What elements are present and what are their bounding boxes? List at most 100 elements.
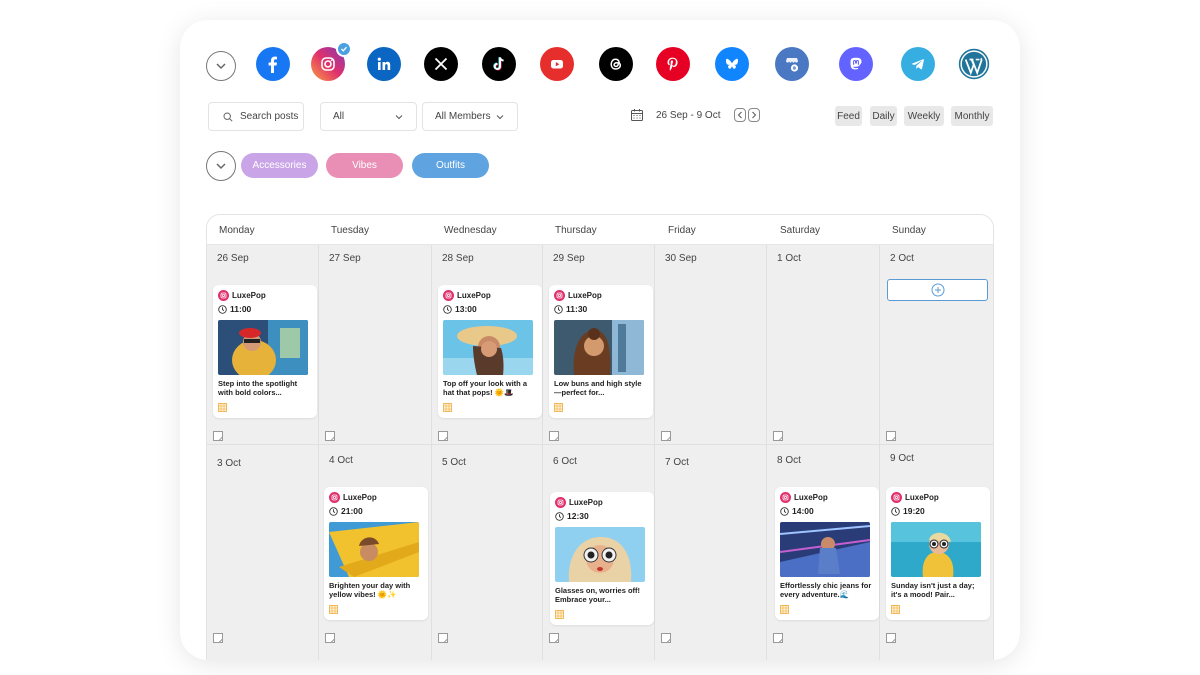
view-daily-button[interactable]: Daily [870, 106, 897, 126]
planner-card: Search posts All All Members 26 Sep - 9 … [180, 20, 1020, 660]
clock-icon [218, 304, 227, 314]
cell-date: 7 Oct [665, 457, 689, 468]
note-icon[interactable] [773, 431, 784, 441]
view-monthly-button[interactable]: Monthly [951, 106, 993, 126]
search-icon [223, 111, 233, 122]
day-cell[interactable]: 2 Oct [880, 245, 993, 445]
note-icon[interactable] [886, 633, 897, 643]
cell-date: 2 Oct [890, 253, 914, 264]
telegram-icon[interactable] [901, 47, 935, 81]
cell-date: 27 Sep [329, 253, 361, 264]
note-icon[interactable] [661, 431, 672, 441]
post-card[interactable]: LuxePop 21:00 Brighten your day with yel… [324, 487, 428, 620]
chevron-down-icon [496, 114, 504, 119]
bluesky-icon[interactable] [715, 47, 749, 81]
clock-icon [555, 511, 564, 521]
members-select[interactable]: All Members [422, 102, 518, 131]
mastodon-icon[interactable] [839, 47, 873, 81]
threads-icon[interactable] [599, 47, 633, 81]
note-icon[interactable] [661, 633, 672, 643]
post-thumbnail [891, 522, 981, 577]
day-cell[interactable]: 30 Sep [655, 245, 767, 445]
post-card[interactable]: LuxePop 13:00 Top off your look with a h… [438, 285, 542, 418]
wordpress-icon[interactable] [957, 47, 991, 81]
post-card[interactable]: LuxePop 11:00 Step into the spotlight wi… [213, 285, 317, 418]
note-icon[interactable] [325, 431, 336, 441]
note-icon[interactable] [325, 633, 336, 643]
post-time: 21:00 [329, 506, 363, 516]
chevron-right-icon [752, 111, 757, 119]
post-card[interactable]: LuxePop 19:20 Sunday isn't just a day; i… [886, 487, 990, 620]
tiktok-icon[interactable] [482, 47, 516, 81]
filter-value: All [333, 111, 345, 122]
post-caption: Sunday isn't just a day; it's a mood! Pa… [891, 581, 975, 599]
post-time: 12:30 [555, 511, 589, 521]
note-icon[interactable] [773, 633, 784, 643]
note-icon[interactable] [549, 633, 560, 643]
instagram-icon [443, 290, 454, 301]
members-value: All Members [435, 111, 491, 122]
instagram-icon [780, 492, 791, 503]
day-cell[interactable]: 27 Sep [319, 245, 432, 445]
post-account: LuxePop [443, 290, 491, 301]
note-icon[interactable] [438, 633, 449, 643]
note-icon[interactable] [213, 431, 224, 441]
post-time: 13:00 [443, 304, 477, 314]
post-thumbnail [555, 527, 645, 582]
day-monday: Monday [219, 225, 255, 236]
note-icon[interactable] [886, 431, 897, 441]
collapse-networks-button[interactable] [206, 51, 236, 81]
instagram-icon [554, 290, 565, 301]
instagram-icon [329, 492, 340, 503]
chevron-down-icon [216, 163, 226, 170]
post-card[interactable]: LuxePop 12:30 Glasses on, worries off! E… [550, 492, 654, 625]
note-icon[interactable] [213, 633, 224, 643]
day-sunday: Sunday [892, 225, 926, 236]
post-thumbnail [780, 522, 870, 577]
post-caption: Glasses on, worries off! Embrace your... [555, 586, 641, 604]
instagram-icon[interactable] [311, 41, 352, 81]
chevron-down-icon [395, 114, 403, 119]
x-icon[interactable] [424, 47, 458, 81]
day-saturday: Saturday [780, 225, 821, 236]
tag-accessories[interactable]: Accessories [241, 153, 318, 178]
filter-select[interactable]: All [320, 102, 417, 131]
cell-date: 29 Sep [553, 253, 585, 264]
cell-date: 5 Oct [442, 457, 466, 468]
day-tuesday: Tuesday [331, 225, 369, 236]
clock-icon [329, 506, 338, 516]
post-time: 11:00 [218, 304, 251, 314]
category-grid-icon [891, 605, 900, 614]
search-posts-input[interactable]: Search posts [208, 102, 304, 131]
post-thumbnail [218, 320, 308, 375]
next-week-button[interactable] [748, 108, 761, 122]
collapse-tags-button[interactable] [206, 151, 236, 181]
cell-date: 1 Oct [777, 253, 801, 264]
view-feed-button[interactable]: Feed [835, 106, 862, 126]
day-cell[interactable]: 5 Oct [432, 445, 543, 660]
day-cell[interactable]: 3 Oct [207, 445, 319, 660]
google-business-icon[interactable] [775, 47, 809, 81]
tag-vibes[interactable]: Vibes [326, 153, 403, 178]
add-post-button[interactable] [887, 279, 988, 301]
facebook-icon[interactable] [256, 47, 290, 81]
day-cell[interactable]: 7 Oct [655, 445, 767, 660]
post-card[interactable]: LuxePop 14:00 Effortlessly chic jeans fo… [775, 487, 879, 620]
clock-icon [554, 304, 563, 314]
clock-icon [443, 304, 452, 314]
post-caption: Step into the spotlight with bold colors… [218, 379, 298, 397]
note-icon[interactable] [438, 431, 449, 441]
youtube-icon[interactable] [540, 47, 574, 81]
linkedin-icon[interactable] [367, 47, 401, 81]
post-card[interactable]: LuxePop 11:30 Low buns and high style—pe… [549, 285, 653, 418]
note-icon[interactable] [549, 431, 560, 441]
tag-outfits[interactable]: Outfits [412, 153, 489, 178]
instagram-icon [891, 492, 902, 503]
pinterest-icon[interactable] [656, 47, 690, 81]
prev-week-button[interactable] [734, 108, 747, 122]
category-grid-icon [780, 605, 789, 614]
day-cell[interactable]: 1 Oct [767, 245, 880, 445]
view-weekly-button[interactable]: Weekly [904, 106, 944, 126]
calendar-icon[interactable] [630, 108, 644, 122]
cell-date: 6 Oct [553, 456, 577, 467]
